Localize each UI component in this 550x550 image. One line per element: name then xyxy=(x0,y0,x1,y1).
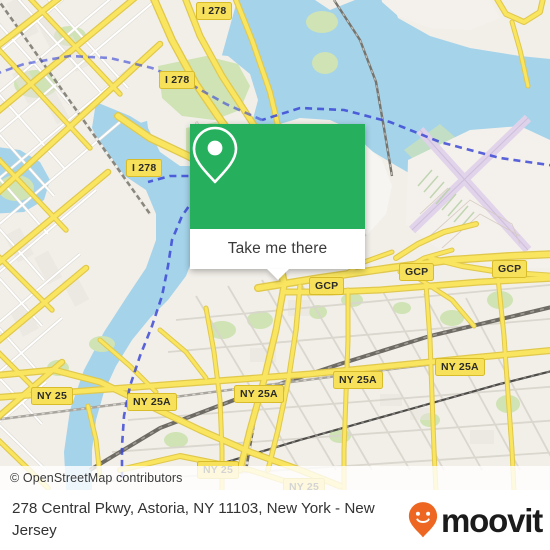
moovit-logo[interactable]: moovit xyxy=(407,500,550,540)
location-popup-card[interactable]: Take me there xyxy=(190,124,365,280)
address-title: 278 Central Pkwy, Astoria, NY 11103, New… xyxy=(12,500,375,539)
highway-shield: I 278 xyxy=(126,159,163,177)
take-me-there-label: Take me there xyxy=(227,240,328,257)
popup-card-footer[interactable]: Take me there xyxy=(190,229,365,280)
highway-shield: NY 25 xyxy=(31,387,73,405)
map-pin-icon xyxy=(192,126,238,184)
highway-shield: NY 25A xyxy=(435,358,485,376)
map-canvas[interactable]: I 278 I 278 I 278 GCP GCP GCP NY 25A NY 25A NY 2… xyxy=(0,0,550,490)
highway-shield: NY 25A xyxy=(127,393,177,411)
highway-shield: NY 25A xyxy=(333,371,383,389)
highway-shield: GCP xyxy=(492,260,528,278)
moovit-wordmark: moovit xyxy=(441,501,543,539)
highway-shield: GCP xyxy=(399,263,435,281)
popup-card-header xyxy=(190,124,365,229)
attribution-text: © OpenStreetMap contributors xyxy=(10,471,183,485)
map-result-page: I 278 I 278 I 278 GCP GCP GCP NY 25A NY 25A NY 2… xyxy=(0,0,550,550)
highway-shield: NY 25A xyxy=(234,385,284,403)
highway-shield: GCP xyxy=(309,277,345,295)
popup-card-tail xyxy=(266,269,289,280)
moovit-smiley-pin-icon xyxy=(408,502,438,538)
map-attribution: © OpenStreetMap contributors xyxy=(0,466,550,490)
highway-shield: I 278 xyxy=(196,2,233,20)
highway-shield: I 278 xyxy=(159,71,196,89)
result-footer: 278 Central Pkwy, Astoria, NY 11103, New… xyxy=(0,490,550,550)
